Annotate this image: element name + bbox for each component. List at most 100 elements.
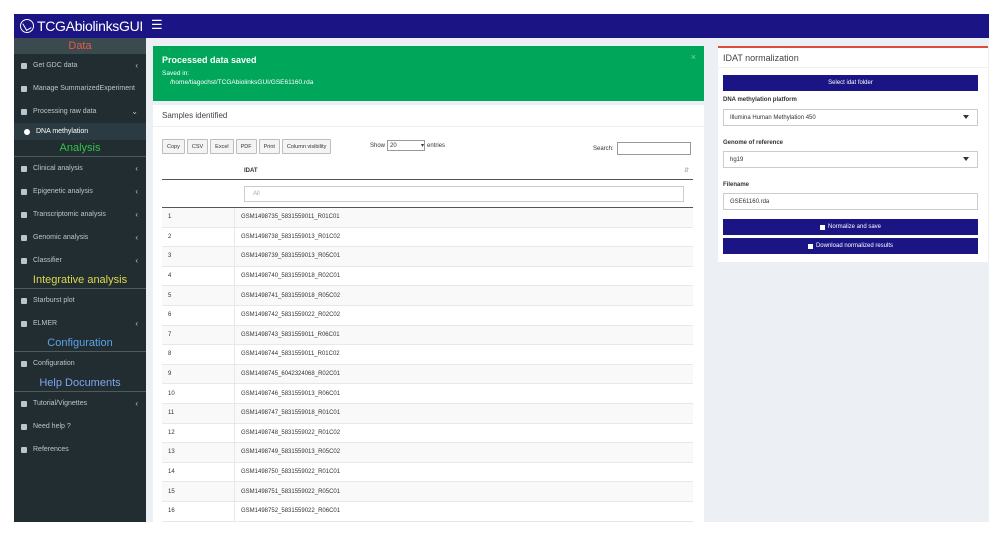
sidebar-item-processing-raw-data[interactable]: Processing raw data ⌄ (14, 100, 146, 123)
table-icon (21, 62, 27, 69)
table-row[interactable]: 6 GSM1498742_5831559022_R02C02 (162, 305, 693, 326)
close-icon[interactable]: × (691, 52, 696, 62)
sidebar-item-clinical-analysis[interactable]: Clinical analysis ‹ (14, 157, 146, 180)
book-icon (21, 400, 27, 407)
platform-select[interactable]: Illumina Human Methylation 450 (723, 109, 978, 126)
page-length-select[interactable]: 20 ▾ (387, 140, 426, 151)
alert-title: Processed data saved (162, 55, 257, 65)
table-body: 1 GSM1498735_5831559011_R01C01 2 GSM149873… (162, 207, 693, 522)
sidebar-toggle-icon[interactable]: ☰ (151, 17, 163, 33)
table-row[interactable]: 15 GSM1498751_5831559022_R05C01 (162, 482, 693, 502)
table-row[interactable]: 2 GSM1498738_5831559013_R01C02 (162, 227, 693, 248)
app-window: TCGAbiolinksGUI ☰ Data Get GDC data ‹ Man… (14, 14, 989, 522)
entries-label: entries (427, 142, 446, 149)
sidebar-item-genomic-analysis[interactable]: Genomic analysis ‹ (14, 226, 146, 249)
idat-header: IDAT normalization (718, 48, 988, 68)
column-visibility-button[interactable]: Column visibility (281, 139, 332, 154)
sidebar-item-transcriptomic-analysis[interactable]: Transcriptomic analysis ‹ (14, 203, 146, 226)
pencil-icon (21, 85, 27, 92)
flask-icon (21, 188, 27, 195)
flask-icon (21, 234, 27, 241)
sidebar: Data Get GDC data ‹ Manage SummarizedExpe… (14, 38, 146, 522)
sidebar-item-epigenetic-analysis[interactable]: Epigenetic analysis ‹ (14, 180, 146, 203)
image-icon (21, 297, 27, 304)
flask-icon (21, 320, 27, 327)
chevron-left-icon: ‹ (135, 61, 138, 70)
table-row[interactable]: 11 GSM1498747_5831559018_R01C01 (162, 403, 693, 424)
alert-saved-in: Saved in: (162, 70, 190, 77)
samples-box: Samples identified Copy CSV Excel PDF Pr… (153, 105, 704, 522)
genome-label: Genome of reference (723, 140, 784, 146)
normalize-save-button[interactable]: Normalize and save (723, 219, 978, 235)
copy-button[interactable]: Copy (162, 139, 185, 154)
table-row[interactable]: 4 GSM1498740_5831559018_R02C01 (162, 266, 693, 287)
gear-icon (24, 128, 30, 135)
select-idat-folder-button[interactable]: Select idat folder (723, 75, 978, 91)
column-header-idat[interactable]: IDAT (244, 168, 258, 174)
chevron-left-icon: ‹ (135, 399, 138, 408)
sidebar-item-need-help[interactable]: Need help ? (14, 415, 146, 438)
search-label: Search: (593, 145, 614, 152)
section-integrative: Integrative analysis (32, 274, 128, 286)
section-data: Data (14, 38, 146, 54)
table-row[interactable]: 9 GSM1498745_6042324068_R02C01 (162, 364, 693, 385)
section-analysis: Analysis (59, 142, 101, 154)
section-help: Help Documents (39, 377, 121, 389)
print-button[interactable]: Print (258, 139, 280, 154)
table-row[interactable]: 10 GSM1498746_5831559013_R06C01 (162, 384, 693, 404)
table-row[interactable]: 12 GSM1498748_5831559022_R01C02 (162, 423, 693, 444)
dna-logo-icon (20, 19, 34, 33)
table-row[interactable]: 7 GSM1498743_5831559011_R06C01 (162, 325, 693, 346)
table-row[interactable]: 14 GSM1498750_5831559022_R01C01 (162, 462, 693, 483)
table-row[interactable]: 3 GSM1498739_5831559013_R05C01 (162, 247, 693, 267)
file-icon (21, 446, 27, 453)
table-row[interactable]: 16 GSM1498752_5831559022_R06C01 (162, 501, 693, 522)
chevron-left-icon: ‹ (135, 164, 138, 173)
alert-path: /home/tiagochst/TCGAbiolinksGUI/GSE61160… (170, 79, 314, 86)
download-icon (807, 243, 813, 249)
genome-select[interactable]: hg19 (723, 151, 978, 168)
chevron-left-icon: ‹ (135, 319, 138, 328)
filename-input[interactable]: GSE61160.rda (723, 193, 978, 210)
sidebar-item-elmer[interactable]: ELMER ‹ (14, 312, 146, 335)
sidebar-item-classifier[interactable]: Classifier ‹ (14, 249, 146, 272)
pdf-button[interactable]: PDF (235, 139, 257, 154)
filename-label: Filename (723, 182, 750, 188)
excel-button[interactable]: Excel (210, 139, 234, 154)
sidebar-item-configuration[interactable]: Configuration (14, 352, 146, 375)
sidebar-item-get-gdc-data[interactable]: Get GDC data ‹ (14, 54, 146, 77)
chevron-left-icon: ‹ (135, 256, 138, 265)
sidebar-item-references[interactable]: References (14, 438, 146, 461)
sidebar-item-manage-se[interactable]: Manage SummarizedExperiment (14, 77, 146, 100)
caret-down-icon (963, 157, 969, 161)
csv-button[interactable]: CSV (186, 139, 209, 154)
sidebar-item-dna-methylation[interactable]: DNA methylation (14, 123, 146, 140)
app-logo[interactable]: TCGAbiolinksGUI (14, 14, 144, 38)
main-content: Processed data saved Saved in: /home/tia… (153, 38, 989, 522)
sort-icon[interactable]: ⇵ (684, 167, 689, 174)
samples-header: Samples identified (153, 105, 704, 127)
chevron-left-icon: ‹ (135, 187, 138, 196)
idat-normalization-box: IDAT normalization Select idat folder DN… (718, 46, 988, 262)
gears-icon (21, 108, 27, 115)
table-row[interactable]: 8 GSM1498744_5831559011_R01C02 (162, 345, 693, 365)
chevron-left-icon: ‹ (135, 233, 138, 242)
table-row[interactable]: 13 GSM1498749_5831559013_R05C02 (162, 443, 693, 463)
success-alert: Processed data saved Saved in: /home/tia… (153, 46, 704, 101)
flask-icon (819, 224, 825, 230)
app-title: TCGAbiolinksGUI (37, 18, 143, 34)
download-normalized-button[interactable]: Download normalized results (723, 238, 978, 254)
search-input[interactable] (616, 142, 691, 155)
platform-label: DNA methylation platform (723, 97, 797, 103)
sidebar-item-tutorial[interactable]: Tutorial/Vignettes ‹ (14, 392, 146, 415)
top-navbar: TCGAbiolinksGUI ☰ (14, 14, 989, 38)
section-configuration: Configuration (47, 337, 113, 349)
chevron-down-icon: ⌄ (131, 107, 138, 116)
flask-icon (21, 211, 27, 218)
table-row[interactable]: 5 GSM1498741_5831559018_R05C02 (162, 286, 693, 306)
table-search: Search: (593, 142, 691, 155)
question-icon (21, 423, 27, 430)
sidebar-item-starburst-plot[interactable]: Starburst plot (14, 289, 146, 312)
table-row[interactable]: 1 GSM1498735_5831559011_R01C01 (162, 208, 693, 228)
column-filter-input[interactable]: All (244, 186, 684, 202)
